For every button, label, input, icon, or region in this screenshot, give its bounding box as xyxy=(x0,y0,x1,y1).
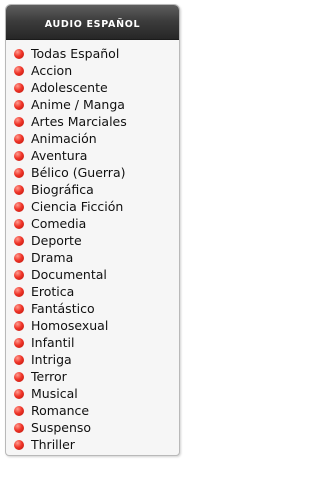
genre-item-erotica[interactable]: Erotica xyxy=(14,283,179,300)
genre-item-biografica[interactable]: Biográfica xyxy=(14,181,179,198)
genre-item-animacion[interactable]: Animación xyxy=(14,130,179,147)
genre-item-thriller[interactable]: Thriller xyxy=(14,436,179,453)
red-bullet-icon xyxy=(14,423,24,433)
genre-label[interactable]: Intriga xyxy=(31,352,72,367)
genre-item-documental[interactable]: Documental xyxy=(14,266,179,283)
red-bullet-icon xyxy=(14,83,24,93)
red-bullet-icon xyxy=(14,304,24,314)
genre-label[interactable]: Accion xyxy=(31,63,72,78)
red-bullet-icon xyxy=(14,321,24,331)
genre-label[interactable]: Homosexual xyxy=(31,318,108,333)
red-bullet-icon xyxy=(14,406,24,416)
genre-item-accion[interactable]: Accion xyxy=(14,62,179,79)
red-bullet-icon xyxy=(14,49,24,59)
genre-item-romance[interactable]: Romance xyxy=(14,402,179,419)
genre-label[interactable]: Thriller xyxy=(31,437,75,452)
red-bullet-icon xyxy=(14,355,24,365)
genre-item-intriga[interactable]: Intriga xyxy=(14,351,179,368)
genre-label[interactable]: Terror xyxy=(31,369,67,384)
genre-label[interactable]: Erotica xyxy=(31,284,74,299)
red-bullet-icon xyxy=(14,219,24,229)
genre-item-musical[interactable]: Musical xyxy=(14,385,179,402)
genre-item-adolescente[interactable]: Adolescente xyxy=(14,79,179,96)
genre-label[interactable]: Drama xyxy=(31,250,73,265)
red-bullet-icon xyxy=(14,389,24,399)
genre-item-infantil[interactable]: Infantil xyxy=(14,334,179,351)
genre-label[interactable]: Musical xyxy=(31,386,78,401)
genre-label[interactable]: Infantil xyxy=(31,335,74,350)
genre-label[interactable]: Aventura xyxy=(31,148,87,163)
genre-list: Todas Español Accion Adolescente Anime /… xyxy=(6,40,179,453)
red-bullet-icon xyxy=(14,253,24,263)
genre-label[interactable]: Todas Español xyxy=(31,46,119,61)
red-bullet-icon xyxy=(14,185,24,195)
red-bullet-icon xyxy=(14,202,24,212)
genre-item-artes-marciales[interactable]: Artes Marciales xyxy=(14,113,179,130)
red-bullet-icon xyxy=(14,270,24,280)
panel-title: AUDIO ESPAÑOL xyxy=(6,5,179,40)
genre-item-aventura[interactable]: Aventura xyxy=(14,147,179,164)
genre-label[interactable]: Biográfica xyxy=(31,182,94,197)
red-bullet-icon xyxy=(14,440,24,450)
genre-item-comedia[interactable]: Comedia xyxy=(14,215,179,232)
red-bullet-icon xyxy=(14,168,24,178)
red-bullet-icon xyxy=(14,117,24,127)
genre-label[interactable]: Bélico (Guerra) xyxy=(31,165,125,180)
genre-label[interactable]: Animación xyxy=(31,131,97,146)
genre-label[interactable]: Romance xyxy=(31,403,89,418)
red-bullet-icon xyxy=(14,151,24,161)
genre-label[interactable]: Adolescente xyxy=(31,80,108,95)
genre-item-anime-manga[interactable]: Anime / Manga xyxy=(14,96,179,113)
genre-label[interactable]: Deporte xyxy=(31,233,82,248)
genre-item-ciencia-ficcion[interactable]: Ciencia Ficción xyxy=(14,198,179,215)
genre-label[interactable]: Suspenso xyxy=(31,420,91,435)
genre-item-deporte[interactable]: Deporte xyxy=(14,232,179,249)
genre-item-homosexual[interactable]: Homosexual xyxy=(14,317,179,334)
genre-label[interactable]: Fantástico xyxy=(31,301,95,316)
red-bullet-icon xyxy=(14,100,24,110)
genre-item-fantastico[interactable]: Fantástico xyxy=(14,300,179,317)
genre-item-belico[interactable]: Bélico (Guerra) xyxy=(14,164,179,181)
red-bullet-icon xyxy=(14,287,24,297)
genre-label[interactable]: Ciencia Ficción xyxy=(31,199,123,214)
genre-item-terror[interactable]: Terror xyxy=(14,368,179,385)
genre-item-drama[interactable]: Drama xyxy=(14,249,179,266)
genre-item-todas-espanol[interactable]: Todas Español xyxy=(14,45,179,62)
genre-label[interactable]: Comedia xyxy=(31,216,86,231)
audio-espanol-panel: AUDIO ESPAÑOL Todas Español Accion Adole… xyxy=(5,4,180,456)
red-bullet-icon xyxy=(14,236,24,246)
genre-label[interactable]: Artes Marciales xyxy=(31,114,127,129)
red-bullet-icon xyxy=(14,66,24,76)
red-bullet-icon xyxy=(14,134,24,144)
genre-item-suspenso[interactable]: Suspenso xyxy=(14,419,179,436)
genre-label[interactable]: Anime / Manga xyxy=(31,97,125,112)
red-bullet-icon xyxy=(14,372,24,382)
red-bullet-icon xyxy=(14,338,24,348)
genre-label[interactable]: Documental xyxy=(31,267,107,282)
